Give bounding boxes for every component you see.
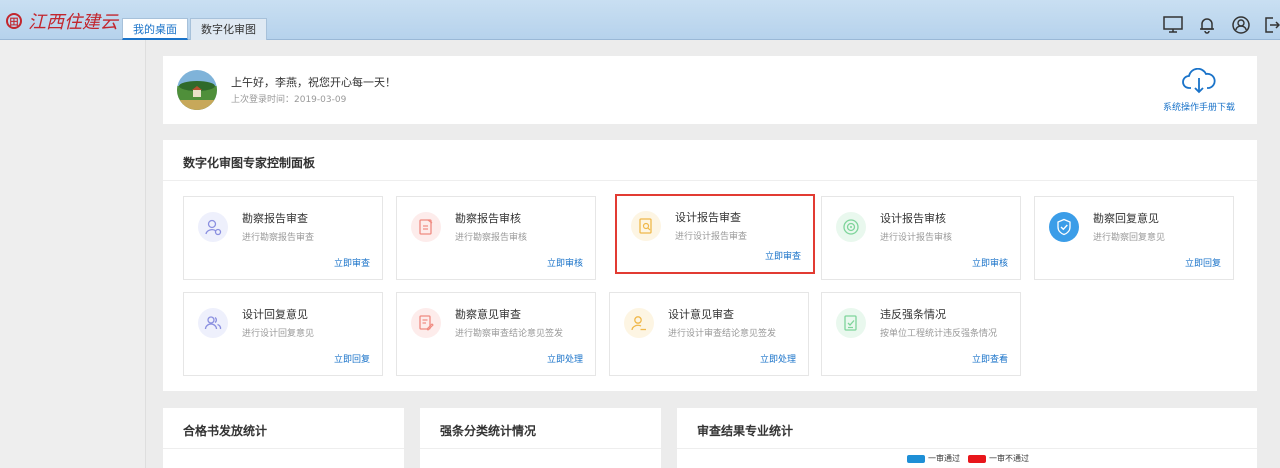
tile-design-reply[interactable]: 设计回复意见 进行设计回复意见 立即回复: [183, 292, 383, 376]
app-logo[interactable]: 田 江西住建云: [6, 8, 118, 34]
tile-desc: 进行勘察报告审核: [455, 233, 528, 243]
tile-design-opinion-review[interactable]: 设计意见审查 进行设计审查结论意见签发 立即处理: [609, 292, 809, 376]
user-circle-icon[interactable]: [1230, 14, 1252, 36]
legend-item-fail[interactable]: 一审不通过: [968, 453, 1029, 464]
main-content: 上午好，李燕，祝您开心每一天！ 上次登录时间：2019-03-09 系统操作手册…: [146, 40, 1280, 468]
user-gear-icon: [198, 212, 228, 242]
divider: [677, 448, 1257, 449]
tile-title: 设计回复意见: [242, 308, 308, 321]
divider: [420, 448, 661, 449]
greeting-text: 上午好，李燕，祝您开心每一天！: [231, 76, 396, 89]
tile-survey-opinion-review[interactable]: 勘察意见审查 进行勘察审查结论意见签发 立即处理: [396, 292, 596, 376]
tile-desc: 进行设计回复意见: [242, 329, 315, 339]
chart-legend: 一审通过 一审不通过: [907, 453, 1037, 464]
tile-action-link[interactable]: 立即审查: [765, 249, 801, 262]
tile-title: 勘察报告审核: [455, 212, 521, 225]
tile-desc: 进行设计审查结论意见签发: [668, 329, 777, 339]
tile-design-report-audit[interactable]: 设计报告审核 进行设计报告审核 立即审核: [821, 196, 1021, 280]
tile-survey-report-audit[interactable]: 勘察报告审核 进行勘察报告审核 立即审核: [396, 196, 596, 280]
manual-download-link[interactable]: 系统操作手册下载: [1159, 67, 1239, 113]
tile-desc: 进行勘察回复意见: [1093, 233, 1166, 243]
tile-title: 设计报告审查: [675, 211, 741, 224]
tile-action-link[interactable]: 立即审核: [972, 256, 1008, 269]
tile-title: 勘察报告审查: [242, 212, 308, 225]
avatar[interactable]: [177, 70, 217, 110]
tile-action-link[interactable]: 立即处理: [760, 352, 796, 365]
card-title: 强条分类统计情况: [440, 424, 537, 438]
last-login-text: 上次登录时间：2019-03-09: [231, 95, 347, 105]
tile-action-link[interactable]: 立即审核: [547, 256, 583, 269]
tile-desc: 进行设计报告审核: [880, 233, 953, 243]
tile-action-link[interactable]: 立即回复: [334, 352, 370, 365]
tab-digital-review[interactable]: 数字化审图: [190, 18, 267, 40]
tile-desc: 进行勘察审查结论意见签发: [455, 329, 564, 339]
tile-title: 勘察意见审查: [455, 308, 521, 321]
tile-action-link[interactable]: 立即查看: [972, 352, 1008, 365]
checklist-icon: [836, 308, 866, 338]
monitor-icon[interactable]: [1162, 14, 1184, 36]
document-sign-icon: [411, 308, 441, 338]
control-panel: 数字化审图专家控制面板 勘察报告审查 进行勘察报告审查 立即审查 勘察报告审核 …: [163, 140, 1257, 391]
cloud-download-icon: [1182, 67, 1216, 98]
manual-download-label: 系统操作手册下载: [1162, 103, 1235, 113]
review-result-stats-card: 审查结果专业统计 一审通过 一审不通过: [677, 408, 1257, 468]
app-title: 江西住建云: [28, 12, 118, 33]
user-edit-icon: [624, 308, 654, 338]
tile-title: 勘察回复意见: [1093, 212, 1159, 225]
tab-my-desktop[interactable]: 我的桌面: [122, 18, 188, 40]
top-header: 田 江西住建云 我的桌面 数字化审图: [0, 0, 1280, 40]
tile-title: 违反强条情况: [880, 308, 946, 321]
tile-desc: 按单位工程统计违反强条情况: [880, 329, 998, 339]
shield-check-icon: [1049, 212, 1079, 242]
tile-title: 设计报告审核: [880, 212, 946, 225]
divider: [163, 448, 404, 449]
tile-survey-report-review[interactable]: 勘察报告审查 进行勘察报告审查 立即审查: [183, 196, 383, 280]
mandatory-clause-stats-card: 强条分类统计情况: [420, 408, 661, 468]
logout-icon[interactable]: [1264, 14, 1280, 36]
tile-action-link[interactable]: 立即审查: [334, 256, 370, 269]
divider: [163, 180, 1257, 181]
legend-swatch: [907, 454, 925, 463]
tile-survey-reply[interactable]: 勘察回复意见 进行勘察回复意见 立即回复: [1034, 196, 1234, 280]
document-search-icon: [631, 211, 661, 241]
target-icon: [836, 212, 866, 242]
tile-action-link[interactable]: 立即处理: [547, 352, 583, 365]
header-actions: [1150, 14, 1280, 36]
welcome-card: 上午好，李燕，祝您开心每一天！ 上次登录时间：2019-03-09 系统操作手册…: [163, 56, 1257, 124]
tile-action-link[interactable]: 立即回复: [1185, 256, 1221, 269]
bell-icon[interactable]: [1196, 14, 1218, 36]
tile-design-report-review[interactable]: 设计报告审查 进行设计报告审查 立即审查: [615, 194, 815, 274]
logo-mark-icon: 田: [6, 13, 22, 29]
left-sidebar: [0, 40, 146, 468]
card-title: 合格书发放统计: [183, 424, 268, 438]
legend-label: 一审通过: [928, 454, 960, 463]
users-icon: [198, 308, 228, 338]
legend-item-pass[interactable]: 一审通过: [907, 453, 960, 464]
top-tabs: 我的桌面 数字化审图: [122, 18, 269, 40]
panel-title: 数字化审图专家控制面板: [183, 156, 316, 170]
legend-swatch: [968, 454, 986, 463]
legend-label: 一审不通过: [989, 454, 1029, 463]
tile-violations[interactable]: 违反强条情况 按单位工程统计违反强条情况 立即查看: [821, 292, 1021, 376]
tile-title: 设计意见审查: [668, 308, 734, 321]
document-edit-icon: [411, 212, 441, 242]
tile-desc: 进行设计报告审查: [675, 232, 748, 242]
card-title: 审查结果专业统计: [697, 424, 794, 438]
tile-desc: 进行勘察报告审查: [242, 233, 315, 243]
cert-stats-card: 合格书发放统计: [163, 408, 404, 468]
